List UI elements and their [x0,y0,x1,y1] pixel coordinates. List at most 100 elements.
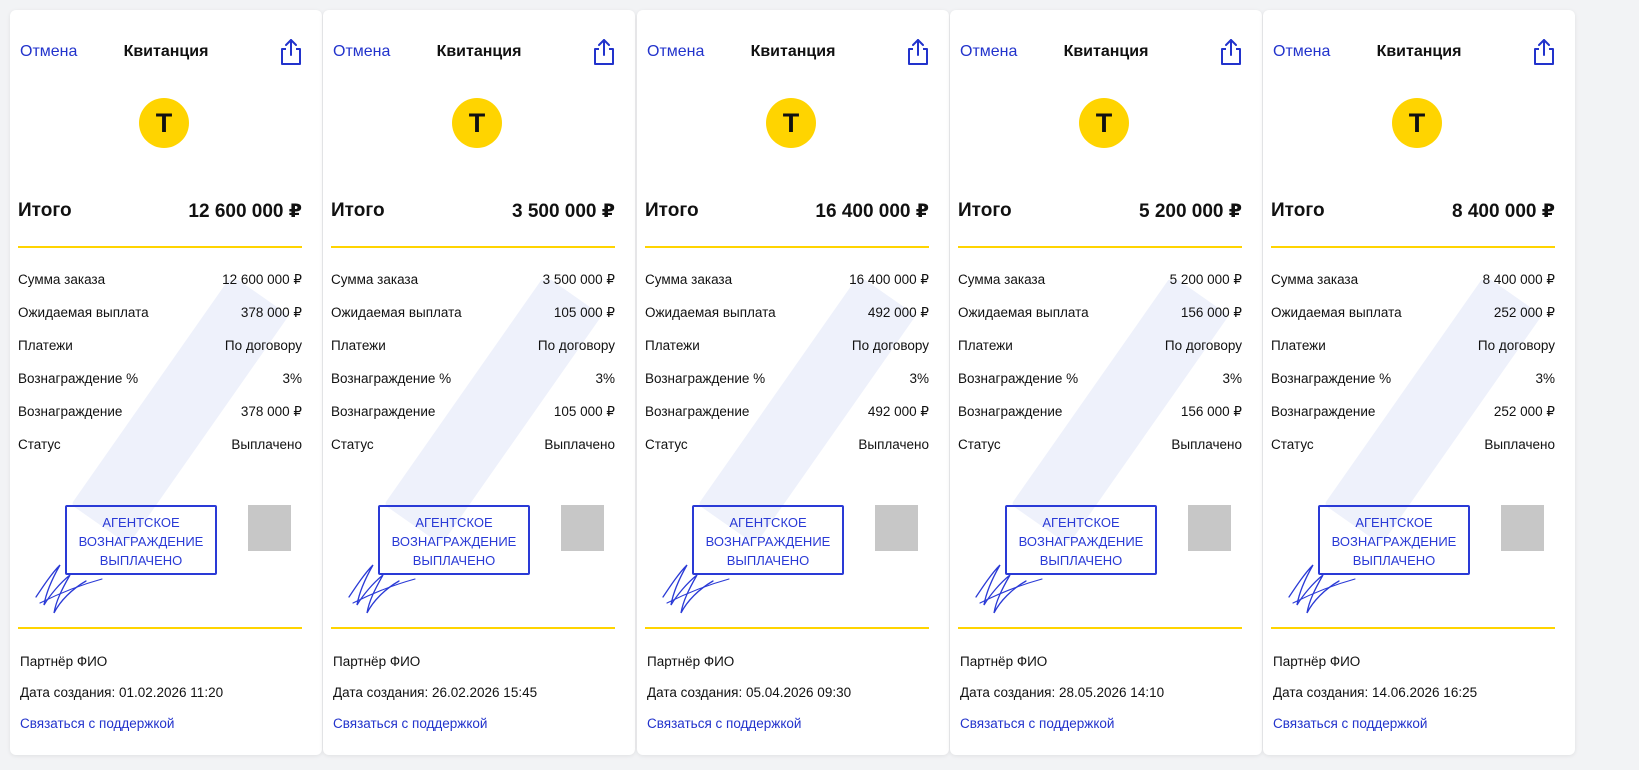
divider [958,627,1242,629]
cancel-button[interactable]: Отмена [960,43,1017,61]
receipt-card: Отмена Квитанция Т Итого 3 500 000 ₽ Сум… [323,10,635,755]
detail-value: 252 000 ₽ [1493,305,1555,320]
detail-value: 105 000 ₽ [553,305,615,320]
qr-code-icon [1188,505,1231,551]
divider [18,627,302,629]
detail-value: 3% [1222,371,1242,386]
cancel-button[interactable]: Отмена [20,43,77,61]
bank-logo: Т [766,98,816,148]
contact-support-link[interactable]: Связаться с поддержкой [333,716,615,747]
detail-value: Выплачено [1171,437,1242,452]
share-icon[interactable] [278,38,304,66]
detail-row: Вознаграждение 378 000 ₽ [18,400,302,433]
detail-label: Вознаграждение [18,404,123,419]
detail-value: По договору [224,338,302,353]
partner-name: Партнёр ФИО [647,654,735,669]
detail-value: 492 000 ₽ [867,305,929,320]
partner-name: Партнёр ФИО [1273,654,1361,669]
divider [331,627,615,629]
detail-value: 8 400 000 ₽ [1482,272,1555,287]
detail-row: Вознаграждение % 3% [958,367,1242,400]
receipt-header: Отмена Квитанция [950,10,1262,100]
receipt-card: Отмена Квитанция Т Итого 8 400 000 ₽ Сум… [1263,10,1575,755]
detail-row: Платежи По договору [958,334,1242,367]
signature [1288,564,1356,614]
bank-logo: Т [1079,98,1129,148]
qr-code-icon [561,505,604,551]
detail-row: Сумма заказа 12 600 000 ₽ [18,268,302,301]
cancel-button[interactable]: Отмена [647,43,704,61]
detail-row: Статус Выплачено [1271,433,1555,466]
detail-label: Сумма заказа [331,272,419,287]
detail-value: 5 200 000 ₽ [1169,272,1242,287]
detail-row: Ожидаемая выплата 156 000 ₽ [958,301,1242,334]
detail-value: 16 400 000 ₽ [849,272,929,287]
stamp-line: АГЕНТСКОЕ [1355,515,1433,530]
detail-label: Ожидаемая выплата [1271,305,1402,320]
stamp-line: АГЕНТСКОЕ [1042,515,1120,530]
detail-label: Вознаграждение [958,404,1063,419]
cancel-button[interactable]: Отмена [1273,43,1330,61]
divider [645,627,929,629]
detail-label: Сумма заказа [1271,272,1359,287]
total-label: Итого [645,200,699,221]
detail-value: Выплачено [231,437,302,452]
detail-label: Сумма заказа [18,272,106,287]
detail-label: Статус [18,437,61,452]
details-list: Сумма заказа 16 400 000 ₽ Ожидаемая выплат… [645,268,929,466]
detail-label: Вознаграждение % [1271,371,1392,386]
detail-row: Ожидаемая выплата 492 000 ₽ [645,301,929,334]
total-value: 16 400 000 ₽ [815,201,929,222]
detail-label: Статус [331,437,374,452]
detail-row: Ожидаемая выплата 105 000 ₽ [331,301,615,334]
cancel-button[interactable]: Отмена [333,43,390,61]
detail-row: Сумма заказа 8 400 000 ₽ [1271,268,1555,301]
stamp-line: АГЕНТСКОЕ [102,515,180,530]
detail-row: Вознаграждение 492 000 ₽ [645,400,929,433]
detail-row: Ожидаемая выплата 252 000 ₽ [1271,301,1555,334]
total-value: 5 200 000 ₽ [1138,201,1242,222]
detail-value: 3% [595,371,615,386]
receipt-footer: Партнёр ФИО Дата создания: 05.04.2026 09… [647,654,929,747]
receipt-footer: Партнёр ФИО Дата создания: 28.05.2026 14… [960,654,1242,747]
detail-row: Статус Выплачено [331,433,615,466]
detail-row: Платежи По договору [331,334,615,367]
share-icon[interactable] [905,38,931,66]
detail-row: Вознаграждение % 3% [1271,367,1555,400]
share-icon[interactable] [1218,38,1244,66]
detail-value: По договору [1477,338,1555,353]
receipt-card: Отмена Квитанция Т Итого 5 200 000 ₽ Сум… [950,10,1262,755]
detail-label: Сумма заказа [958,272,1046,287]
share-icon[interactable] [1531,38,1557,66]
contact-support-link[interactable]: Связаться с поддержкой [647,716,929,747]
detail-value: 156 000 ₽ [1180,404,1242,419]
detail-row: Платежи По договору [1271,334,1555,367]
total-value: 3 500 000 ₽ [511,201,615,222]
contact-support-link[interactable]: Связаться с поддержкой [20,716,302,747]
total-value: 8 400 000 ₽ [1451,201,1555,222]
detail-row: Вознаграждение % 3% [645,367,929,400]
detail-value: 3 500 000 ₽ [542,272,615,287]
detail-row: Сумма заказа 16 400 000 ₽ [645,268,929,301]
detail-row: Сумма заказа 5 200 000 ₽ [958,268,1242,301]
detail-row: Платежи По договору [645,334,929,367]
signature [35,564,103,614]
bank-logo: Т [1392,98,1442,148]
detail-row: Платежи По договору [18,334,302,367]
stamp-line: АГЕНТСКОЕ [415,515,493,530]
detail-label: Сумма заказа [645,272,733,287]
detail-label: Ожидаемая выплата [18,305,149,320]
divider [1271,627,1555,629]
detail-row: Вознаграждение % 3% [18,367,302,400]
detail-value: 3% [282,371,302,386]
contact-support-link[interactable]: Связаться с поддержкой [960,716,1242,747]
receipt-cards-container: Отмена Квитанция Т Итого 12 600 000 ₽ Су… [0,0,1639,770]
signature [975,564,1043,614]
share-icon[interactable] [591,38,617,66]
detail-row: Статус Выплачено [645,433,929,466]
detail-label: Статус [958,437,1001,452]
contact-support-link[interactable]: Связаться с поддержкой [1273,716,1555,747]
detail-value: 3% [1535,371,1555,386]
detail-value: 492 000 ₽ [867,404,929,419]
creation-date: Дата создания: 14.06.2026 16:25 [1273,685,1478,700]
